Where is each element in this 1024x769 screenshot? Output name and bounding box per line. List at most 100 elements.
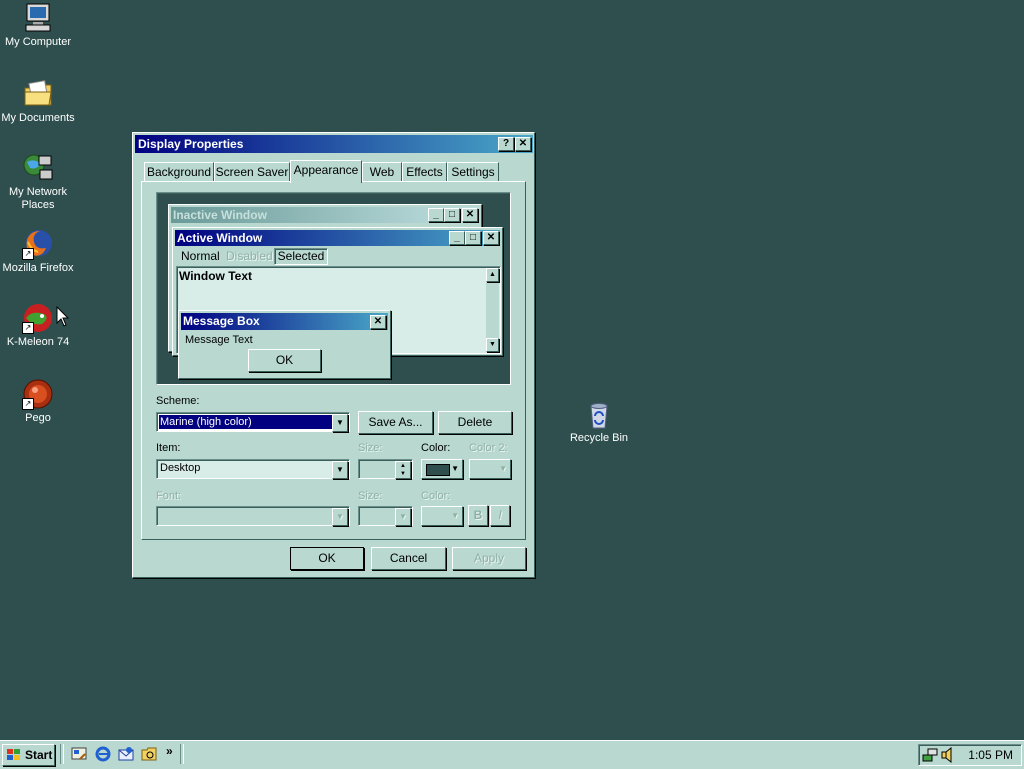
dialog-title-bar[interactable]: Display Properties — [135, 135, 533, 153]
scroll-down-icon: ▼ — [486, 338, 499, 352]
desktop-icon-recycle-bin[interactable]: Recycle Bin — [561, 398, 637, 445]
item-label: Item: — [156, 442, 181, 454]
italic-button: I — [490, 505, 510, 526]
chevron-down-icon: ▼ — [451, 464, 459, 473]
desktop-icon-firefox[interactable]: ↗ Mozilla Firefox — [0, 228, 76, 275]
save-as-button[interactable]: Save As... — [358, 411, 433, 434]
size-spinner: ▲ ▼ — [358, 459, 413, 479]
windows-logo-icon — [7, 749, 20, 760]
ie-icon[interactable] — [95, 746, 111, 762]
tab-web[interactable]: Web — [362, 162, 402, 182]
documents-folder-icon — [22, 78, 54, 110]
shortcut-arrow-icon: ↗ — [22, 248, 34, 260]
taskbar-separator — [180, 744, 184, 764]
show-desktop-icon[interactable] — [71, 746, 87, 762]
bold-button: B — [468, 505, 488, 526]
minimize-icon: _ — [428, 208, 444, 222]
apply-button[interactable]: Apply — [452, 547, 526, 570]
inactive-window-title: Inactive Window — [173, 208, 267, 222]
kmeleon-icon: ↗ — [22, 302, 54, 334]
chevron-down-icon: ▼ — [395, 508, 411, 526]
shortcut-arrow-icon: ↗ — [22, 322, 34, 334]
color2-picker: ▼ — [469, 459, 511, 479]
chevron-down-icon[interactable]: ▼ — [332, 461, 348, 479]
desktop-icon-network-places[interactable]: My Network Places — [0, 152, 76, 212]
taskbar-separator — [60, 744, 64, 764]
size-label: Size: — [358, 442, 383, 454]
system-tray: 1:05 PM — [918, 744, 1022, 766]
volume-tray-icon[interactable] — [940, 747, 956, 763]
desktop-icon-label: My Documents — [1, 112, 75, 124]
help-button[interactable]: ? — [498, 137, 514, 151]
color-swatch — [426, 464, 450, 476]
spinner-arrows-icon: ▲ ▼ — [395, 461, 411, 479]
chevron-down-icon: ▼ — [499, 464, 507, 473]
close-button[interactable]: ✕ — [515, 137, 531, 151]
start-button[interactable]: Start — [2, 744, 55, 766]
maximize-icon: □ — [465, 231, 481, 245]
recycle-bin-icon — [583, 398, 615, 430]
color2-label: Color 2: — [469, 442, 508, 454]
color-label: Color: — [421, 442, 451, 454]
font-label: Font: — [156, 490, 182, 502]
outlook-icon[interactable] — [118, 746, 134, 762]
scheme-select[interactable]: Marine (high color) ▼ — [156, 412, 350, 432]
network-icon — [22, 152, 54, 184]
chevron-down-icon: ▼ — [332, 508, 348, 526]
desktop-icon-label: Recycle Bin — [569, 432, 629, 444]
desktop-icon-my-documents[interactable]: My Documents — [0, 78, 76, 125]
mouse-cursor-icon — [56, 306, 70, 327]
scheme-label: Scheme: — [156, 395, 200, 407]
preview-menu-selected: Selected — [274, 248, 328, 265]
dialog-title: Display Properties — [138, 137, 244, 151]
scroll-up-icon: ▲ — [486, 268, 499, 282]
chevron-down-icon: ▼ — [451, 511, 459, 520]
close-icon: ✕ — [462, 208, 478, 222]
font-color-picker: ▼ — [421, 506, 463, 526]
scheme-value: Marine (high color) — [159, 415, 332, 429]
preview-menu-disabled: Disabled — [226, 249, 273, 263]
msgbox-ok-button: OK — [248, 349, 321, 372]
quicklaunch-chevron[interactable]: » — [166, 744, 173, 758]
color-picker[interactable]: ▼ — [421, 459, 463, 479]
cancel-button[interactable]: Cancel — [371, 547, 446, 570]
delete-button[interactable]: Delete — [438, 411, 512, 434]
desktop-icon-label: Mozilla Firefox — [2, 262, 74, 274]
tab-screen-saver[interactable]: Screen Saver — [214, 162, 290, 182]
explorer-icon[interactable] — [141, 746, 157, 762]
preview-menu-normal: Normal — [181, 249, 220, 263]
clock[interactable]: 1:05 PM — [968, 748, 1013, 762]
maximize-icon: □ — [444, 208, 460, 222]
item-select[interactable]: Desktop ▼ — [156, 459, 350, 479]
active-window-title: Active Window — [177, 231, 263, 245]
close-icon: ✕ — [370, 315, 386, 329]
tab-settings[interactable]: Settings — [447, 162, 499, 182]
close-icon: ✕ — [483, 231, 499, 245]
network-tray-icon[interactable] — [922, 747, 938, 763]
desktop-icon-label: My Computer — [4, 36, 72, 48]
tab-appearance[interactable]: Appearance — [290, 160, 362, 183]
font-size-label: Size: — [358, 490, 383, 502]
shortcut-arrow-icon: ↗ — [22, 398, 34, 410]
ok-button[interactable]: OK — [290, 547, 364, 570]
item-value: Desktop — [160, 462, 201, 474]
pego-icon: ↗ — [22, 378, 54, 410]
start-label: Start — [25, 748, 53, 762]
font-size-select: ▼ — [358, 506, 413, 526]
msgbox-title: Message Box — [183, 314, 260, 328]
desktop-icon-pego[interactable]: ↗ Pego — [0, 378, 76, 425]
chevron-down-icon[interactable]: ▼ — [332, 414, 348, 432]
desktop-icon-my-computer[interactable]: My Computer — [0, 2, 76, 49]
preview-msgbox-titlebar: Message Box — [181, 313, 388, 330]
msgbox-text: Message Text — [185, 334, 253, 346]
desktop-icon-label: My Network Places — [8, 186, 68, 211]
font-select: ▼ — [156, 506, 350, 526]
preview-window-text: Window Text — [179, 269, 252, 283]
desktop-icon-label: K-Meleon 74 — [6, 336, 70, 348]
minimize-icon: _ — [449, 231, 465, 245]
computer-icon — [22, 2, 54, 34]
tab-effects[interactable]: Effects — [402, 162, 447, 182]
firefox-icon: ↗ — [22, 228, 54, 260]
desktop-icon-label: Pego — [25, 412, 51, 424]
tab-background[interactable]: Background — [144, 162, 214, 182]
